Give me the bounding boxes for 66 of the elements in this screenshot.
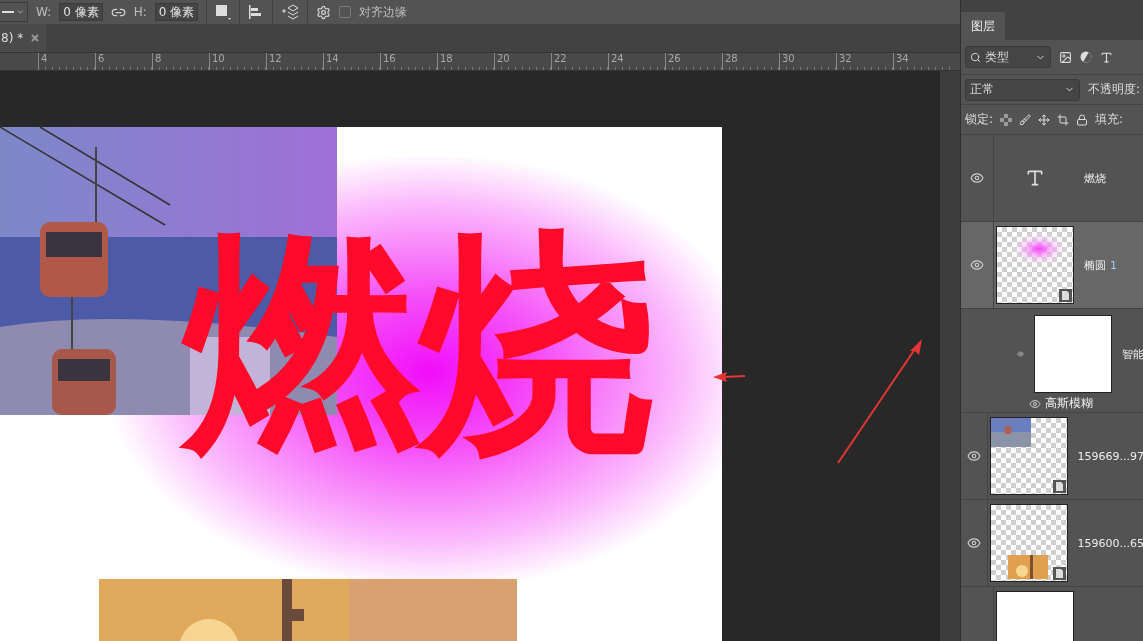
ruler-label: 24 [608,53,665,70]
layer-name: 159600...65 [1077,536,1143,550]
smart-object-icon [1059,289,1072,302]
layer-name: 燃烧 [1084,170,1106,186]
ruler-label: 8 [152,53,209,70]
smart-object-icon [1052,567,1066,580]
layer-name: 椭圆 1 [1084,257,1117,273]
smart-filters-label: 智能 [1122,346,1143,362]
ruler-label: 30 [779,53,836,70]
blend-mode-dropdown[interactable]: 正常 [965,78,1080,101]
image-filter-icon[interactable] [1059,50,1072,64]
close-icon[interactable] [31,34,40,42]
filter-dropdown[interactable]: 类型 [965,46,1051,68]
path-operations-icon[interactable] [215,4,232,20]
ruler-label: 26 [665,53,722,70]
height-label: H: [133,5,147,19]
lock-icon[interactable] [1076,113,1089,126]
layer-name: 159669...97 [1077,449,1143,463]
text-layer-icon [1025,168,1045,188]
document-tab[interactable]: 8) * [0,24,46,52]
ruler-label: 18 [437,53,494,70]
chevron-down-icon [16,7,25,17]
layer-row[interactable]: 159669...97 [961,413,1143,500]
ruler-label: 20 [494,53,551,70]
height-field[interactable]: 0 像素 [154,3,199,21]
lock-label: 锁定: [965,111,994,128]
ruler-label: 16 [380,53,437,70]
ruler-label: 22 [551,53,608,70]
ruler-label: 10 [209,53,266,70]
arrow-drawing [713,372,746,382]
move-icon[interactable] [1038,113,1051,126]
ruler-label: 14 [323,53,380,70]
smart-object-icon [1052,480,1066,493]
arrange-icon[interactable] [281,4,300,20]
ruler-label: 6 [95,53,152,70]
width-field[interactable]: 0 像素 [59,3,103,21]
ruler-label: 32 [836,53,893,70]
opacity-label: 不透明度: [1087,81,1140,98]
width-label: W: [36,5,52,19]
ruler-label: 4 [38,53,95,70]
visibility-icon[interactable] [966,536,981,550]
stroke-line-icon [2,11,15,13]
layer-row[interactable]: 159600...65 [961,500,1143,587]
align-edges-checkbox[interactable] [339,6,352,18]
visibility-icon[interactable] [970,171,984,185]
fill-label: 填充: [1095,111,1124,128]
ruler-label: 28 [722,53,779,70]
visibility-icon[interactable] [966,449,981,463]
visibility-icon[interactable] [1029,397,1041,410]
crop-icon[interactable] [1057,113,1070,126]
layer-row[interactable]: 燃烧 [961,135,1143,222]
adjustment-filter-icon[interactable] [1080,51,1092,63]
stroke-style-dropdown[interactable] [0,2,28,22]
filter-name[interactable]: 高斯模糊 [1045,395,1093,412]
layers-tab[interactable]: 图层 [961,12,1005,40]
visibility-icon[interactable] [970,258,984,272]
settings-icon[interactable] [316,4,332,20]
brush-icon[interactable] [1019,113,1032,126]
layer-row[interactable]: 椭圆 1 [961,222,1143,309]
align-edges-label: 对齐边缘 [359,3,408,21]
search-icon [970,51,981,63]
ruler-label: 34 [893,53,950,70]
scrollbar[interactable] [940,71,960,641]
ruler-label: 12 [266,53,323,70]
text-filter-icon[interactable] [1100,50,1113,64]
glow-drawing [1009,232,1069,266]
